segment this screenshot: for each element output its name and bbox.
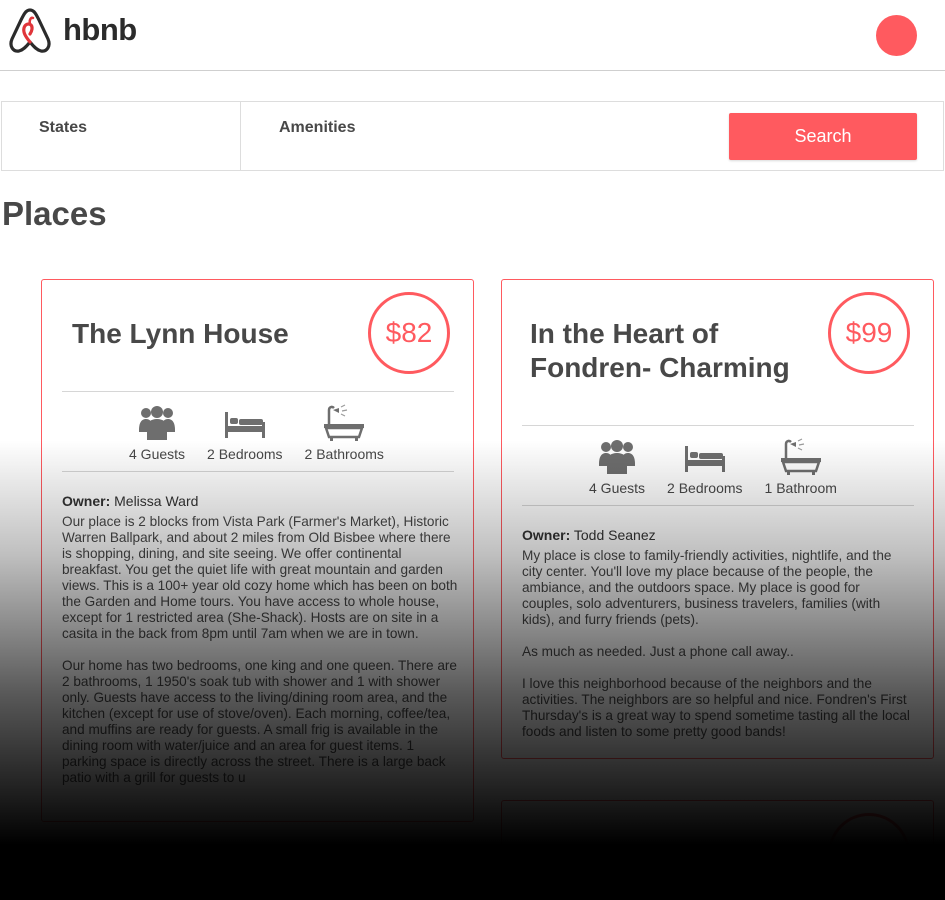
owner-name: Melissa Ward [114, 493, 199, 509]
bedrooms-label: 2 Bedrooms [667, 480, 743, 496]
divider [62, 391, 454, 392]
bathtub-icon [324, 404, 365, 441]
divider [62, 471, 454, 472]
user-avatar[interactable] [876, 15, 917, 56]
bathtub-icon [780, 438, 821, 475]
owner-label: Owner: [62, 493, 111, 509]
owner-name: Todd Seanez [573, 527, 656, 543]
page-title: Places [2, 195, 107, 232]
owner-line: Owner: Todd Seanez [522, 527, 656, 543]
price-badge: $82 [368, 292, 450, 374]
bedrooms-info: 2 Bedrooms [207, 404, 283, 462]
states-filter-label: States [39, 119, 88, 136]
place-description: My place is close to family-friendly act… [522, 548, 910, 739]
amenities-filter-label: Amenities [279, 119, 356, 136]
bedrooms-label: 2 Bedrooms [207, 446, 283, 462]
place-name: In the Heart of Fondren- Charming [530, 318, 790, 383]
guests-icon [599, 440, 636, 474]
bathrooms-info: 1 Bathroom [765, 438, 837, 496]
guests-info: 4 Guests [129, 404, 185, 462]
bathrooms-label: 2 Bathrooms [304, 446, 384, 462]
states-filter[interactable]: States [2, 102, 241, 170]
brand-name[interactable]: hbnb [63, 12, 137, 48]
bed-icon [684, 446, 725, 472]
guests-icon [139, 406, 176, 440]
bathrooms-info: 2 Bathrooms [305, 404, 384, 462]
site-header: hbnb [0, 0, 945, 71]
guests-label: 4 Guests [589, 480, 646, 496]
place-info: 4 Guests 2 Bedrooms 2 Bathrooms [129, 404, 384, 462]
place-card[interactable]: In the Heart of Fondren- Charming $99 4 … [501, 279, 934, 759]
guests-info: 4 Guests [589, 438, 645, 496]
bed-icon [224, 412, 265, 438]
place-description: Our place is 2 blocks from Vista Park (F… [62, 514, 458, 785]
bathrooms-label: 1 Bathroom [764, 480, 837, 496]
bedrooms-info: 2 Bedrooms [667, 438, 743, 496]
owner-line: Owner: Melissa Ward [62, 493, 198, 509]
price-badge: $99 [828, 292, 910, 374]
divider [522, 505, 914, 506]
divider [522, 425, 914, 426]
place-card[interactable] [501, 800, 934, 900]
filters-bar: States Amenities Search [1, 101, 944, 171]
guests-label: 4 Guests [129, 446, 186, 462]
owner-label: Owner: [522, 527, 571, 543]
place-card[interactable]: The Lynn House $82 4 Guests 2 Bedrooms 2… [41, 279, 474, 822]
place-info: 4 Guests 2 Bedrooms 1 Bathroom [589, 438, 837, 496]
airbnb-logo-icon[interactable] [7, 6, 53, 54]
price-badge [828, 813, 910, 895]
amenities-filter[interactable]: Amenities [241, 102, 541, 170]
place-name: The Lynn House [72, 318, 289, 349]
search-button[interactable]: Search [729, 113, 917, 160]
